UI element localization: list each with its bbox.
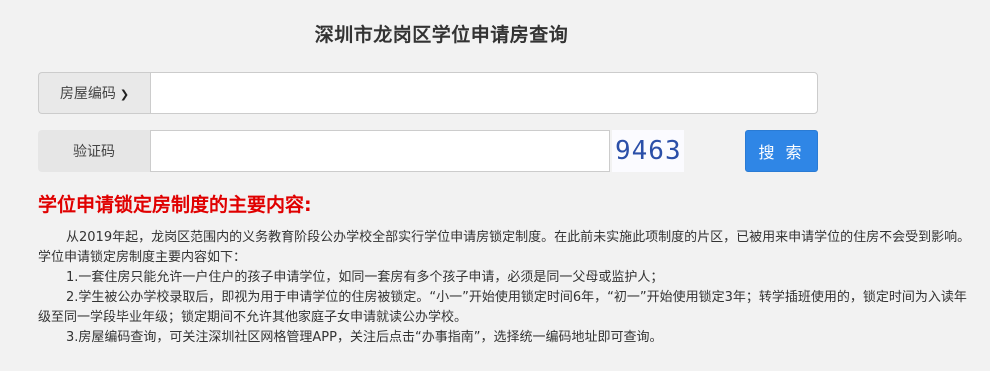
search-button[interactable]: 搜 索 (745, 130, 818, 172)
notice-intro: 从2019年起，龙岗区范围内的义务教育阶段公办学校全部实行学位申请房锁定制度。在… (38, 230, 971, 265)
captcha-row: 验证码 (38, 130, 818, 172)
notice-item: 2.学生被公办学校录取后，即视为用于申请学位的住房被锁定。“小一”开始使用锁定时… (38, 290, 967, 325)
house-code-input[interactable] (150, 72, 818, 114)
page-title: 深圳市龙岗区学位申请房查询 (314, 24, 569, 46)
notice-item: 1.一套住房只能允许一户住户的孩子申请学位，如同一套房有多个孩子申请，必须是同一… (66, 270, 664, 285)
captcha-label: 验证码 (38, 130, 150, 172)
house-code-type-select[interactable]: 房屋编码 ❯ (38, 72, 150, 114)
house-code-row: 房屋编码 ❯ (38, 72, 818, 114)
captcha-input[interactable] (150, 130, 610, 172)
notice-item: 3.房屋编码查询，可关注深圳社区网格管理APP，关注后点击“办事指南”，选择统一… (66, 330, 663, 345)
notice-content: 从2019年起，龙岗区范围内的义务教育阶段公办学校全部实行学位申请房锁定制度。在… (38, 228, 972, 348)
captcha-text: 9463 (615, 136, 682, 166)
house-code-type-label: 房屋编码 (59, 86, 116, 102)
notice-heading: 学位申请锁定房制度的主要内容: (38, 194, 312, 216)
page: 深圳市龙岗区学位申请房查询 房屋编码 ❯ 验证码 9463 搜 索 学位申请锁定… (0, 0, 990, 371)
chevron-down-icon: ❯ (119, 87, 130, 101)
captcha-image[interactable]: 9463 (612, 130, 684, 172)
